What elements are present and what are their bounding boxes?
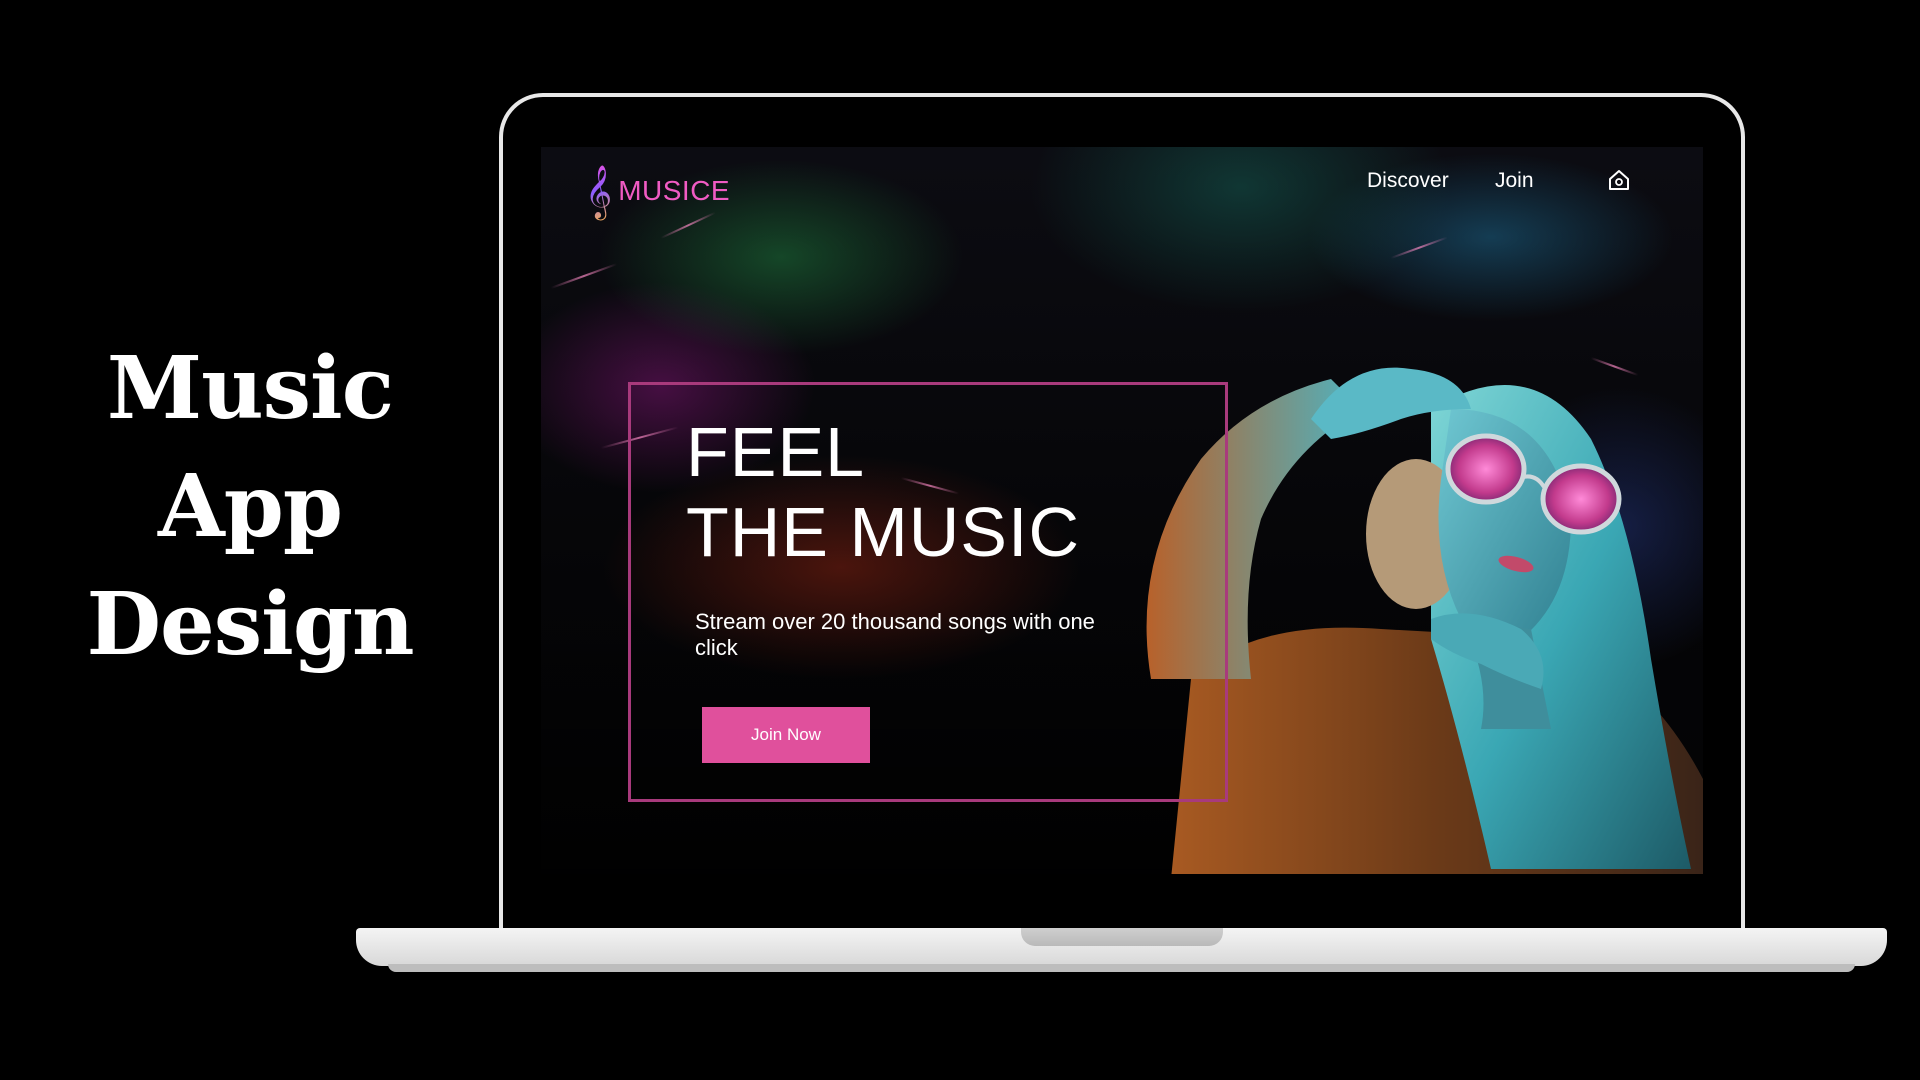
hero-headline-line-1: FEEL [686, 413, 866, 491]
hero-headline: FEEL THE MUSIC [686, 412, 1080, 572]
slide-title-line-3: Design [86, 574, 414, 675]
brand-name: MUSICE [618, 175, 731, 206]
treble-clef-icon: 𝄞 [585, 161, 612, 221]
light-streak [1390, 236, 1448, 259]
slide-title-line-2: App [158, 456, 343, 557]
laptop-foot [388, 964, 1855, 972]
home-icon[interactable] [1606, 167, 1632, 193]
nav-join-link[interactable]: Join [1495, 169, 1534, 193]
light-streak [550, 263, 618, 289]
join-now-button[interactable]: Join Now [702, 707, 870, 763]
slide-title-line-1: Music [106, 338, 394, 439]
hero-subtext: Stream over 20 thousand songs with one c… [695, 609, 1095, 660]
slide-title: Music App Design [60, 330, 440, 684]
hero-headline-line-2: THE MUSIC [686, 493, 1080, 571]
app-screen: 𝄞 MUSICE Discover Join FEEL THE MUSIC St… [541, 147, 1703, 874]
laptop-notch [1021, 928, 1223, 946]
app-logo[interactable]: 𝄞 MUSICE [585, 161, 730, 221]
presentation-slide: Music App Design 𝄞 MUSICE Discover Join [0, 0, 1920, 1080]
nav-discover-link[interactable]: Discover [1367, 169, 1449, 193]
